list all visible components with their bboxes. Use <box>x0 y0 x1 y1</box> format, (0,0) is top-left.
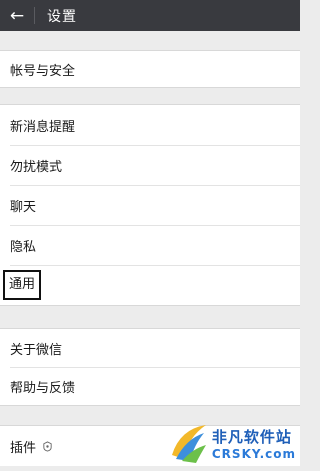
menu-item-label: 帐号与安全 <box>10 63 76 79</box>
plugin-icon <box>43 440 52 452</box>
menu-item-label: 关于微信 <box>10 342 63 358</box>
menu-item-label: 隐私 <box>10 239 37 255</box>
menu-item-about-wechat[interactable]: 关于微信 <box>0 329 300 367</box>
menu-item-label: 新消息提醒 <box>10 119 76 135</box>
menu-item-chats[interactable]: 聊天 <box>0 185 300 225</box>
settings-group-main: 新消息提醒 勿扰模式 聊天 隐私 通用 <box>0 104 300 306</box>
menu-item-new-message-alerts[interactable]: 新消息提醒 <box>0 105 300 145</box>
menu-item-label: 通用 <box>9 277 36 292</box>
settings-group-account: 帐号与安全 <box>0 50 300 88</box>
highlight-box: 通用 <box>3 270 42 300</box>
header-divider <box>34 7 35 24</box>
arrow-left-icon: ← <box>9 5 25 26</box>
menu-item-label: 帮助与反馈 <box>10 380 76 396</box>
watermark-text-cn: 非凡软件站 <box>211 427 292 446</box>
menu-item-do-not-disturb[interactable]: 勿扰模式 <box>0 145 300 185</box>
menu-item-general[interactable]: 通用 <box>0 265 300 305</box>
watermark-logo-icon <box>171 425 206 463</box>
menu-item-privacy[interactable]: 隐私 <box>0 225 300 265</box>
watermark: 非凡软件站 CRSKY.com <box>166 421 296 465</box>
back-button[interactable]: ← <box>0 0 34 31</box>
menu-item-account-security[interactable]: 帐号与安全 <box>0 51 300 87</box>
menu-item-label: 插件 <box>10 440 37 456</box>
menu-item-help-feedback[interactable]: 帮助与反馈 <box>0 367 300 405</box>
top-bar: ← 设置 <box>0 0 300 31</box>
menu-item-label: 勿扰模式 <box>10 159 63 175</box>
watermark-text-en: CRSKY.com <box>211 446 296 461</box>
settings-group-about: 关于微信 帮助与反馈 <box>0 328 300 406</box>
page-title: 设置 <box>47 8 77 25</box>
menu-item-label: 聊天 <box>10 199 37 215</box>
